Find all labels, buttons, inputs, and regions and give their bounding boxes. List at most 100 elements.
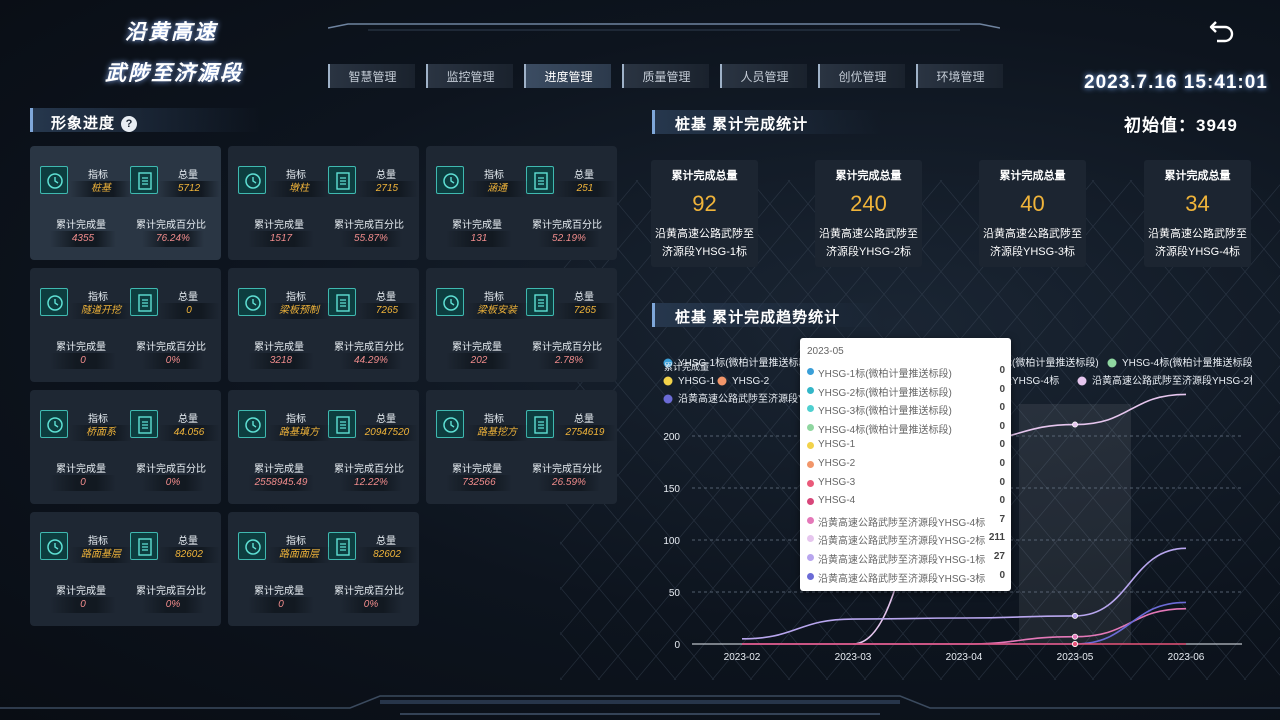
pct-value: 55.87% [340,231,402,247]
progress-card[interactable]: 指标 总量 桥面系 44.056 累计完成量 累计完成百分比 0 0% [30,390,221,504]
progress-card[interactable]: 指标 总量 路基填方 20947520 累计完成量 累计完成百分比 2558945.49 12… [228,390,419,504]
indicator-label: 指标 [286,170,306,181]
done-label: 累计完成量 [56,464,106,475]
series-point[interactable] [1071,421,1078,428]
clock-icon [40,410,68,438]
legend-marker [663,394,673,404]
series-point[interactable] [1071,640,1078,647]
done-label: 累计完成量 [254,464,304,475]
x-tick-label: 2023-05 [1057,652,1094,663]
legend-label[interactable]: YHSG-1 [678,376,716,387]
indicator-label: 指标 [484,292,504,303]
pct-value: 2.78% [538,353,600,369]
legend-marker [1107,358,1117,368]
pct-label: 累计完成百分比 [334,464,404,475]
done-value: 0 [50,353,116,369]
pct-value: 26.59% [538,475,600,491]
tooltip-series-value: 0 [999,458,1005,469]
series-point[interactable] [1071,612,1078,619]
tooltip-series-name: 沿黄高速公路武陟至济源段YHSG-1标 [818,555,986,566]
help-icon[interactable]: ? [121,116,138,132]
legend-label[interactable]: 沿黄高速公路武陟至济源段YHSG-2标 [1092,374,1252,387]
y-tick-label: 150 [663,484,680,495]
tooltip-series-value: 7 [999,513,1005,525]
progress-card[interactable]: 指标 总量 梁板预制 7265 累计完成量 累计完成百分比 3218 44.29% [228,268,419,382]
tab-1[interactable]: 监控管理 [426,64,513,88]
done-label: 累计完成量 [56,586,106,597]
summary-card: 累计完成总量 240 沿黄高速公路武陟至济源段YHSG-2标 [815,160,922,267]
pct-value: 0% [142,353,204,369]
progress-card[interactable]: 指标 总量 桩基 5712 累计完成量 累计完成百分比 4355 76.24% [30,146,221,260]
list-icon [130,288,158,316]
tab-6[interactable]: 环境管理 [916,64,1003,88]
legend-label[interactable]: 标(微柏计量推送标段) [1002,356,1099,369]
list-icon [328,166,356,194]
indicator-name: 涵通 [466,181,528,197]
indicator-name: 桩基 [70,181,132,197]
y-tick-label: 50 [669,588,681,599]
done-value: 202 [446,353,512,369]
return-arrow-icon[interactable] [1208,18,1236,44]
progress-card[interactable]: 指标 总量 涵通 251 累计完成量 累计完成百分比 131 52.19% [426,146,617,260]
progress-card[interactable]: 指标 总量 梁板安装 7265 累计完成量 累计完成百分比 202 2.78% [426,268,617,382]
summary-card-name: 沿黄高速公路武陟至济源段YHSG-1标 [655,228,754,258]
list-icon [328,532,356,560]
legend-marker [717,376,727,386]
progress-card[interactable]: 指标 总量 路面面层 82602 累计完成量 累计完成百分比 0 0% [228,512,419,626]
total-value: 2754619 [554,425,616,441]
tab-0[interactable]: 智慧管理 [328,64,415,88]
total-label: 总量 [376,414,396,425]
indicator-label: 指标 [88,536,108,547]
total-value: 44.056 [158,425,220,441]
pct-value: 0% [340,597,402,613]
progress-section-header: 形象进度? [30,108,260,132]
indicator-name: 路面面层 [268,547,330,563]
summary-card-title: 累计完成总量 [999,170,1066,182]
legend-label[interactable]: 沿黄高速公路武陟至济源段YH [678,392,812,405]
y-axis-label: 累计完成量 [664,361,709,372]
list-icon [328,288,356,316]
indicator-label: 指标 [88,414,108,425]
done-label: 累计完成量 [254,586,304,597]
header-decoration [328,23,1000,31]
total-value: 5712 [158,181,220,197]
progress-card[interactable]: 指标 总量 路基挖方 2754619 累计完成量 累计完成百分比 732566 26.59% [426,390,617,504]
progress-card[interactable]: 指标 总量 路面基层 82602 累计完成量 累计完成百分比 0 0% [30,512,221,626]
legend-label[interactable]: YHSG-2 [732,376,770,387]
tooltip-row: 沿黄高速公路武陟至济源段YHSG-3标 0 [807,568,1005,586]
summary-card-name: 沿黄高速公路武陟至济源段YHSG-3标 [983,228,1082,258]
tab-2[interactable]: 进度管理 [524,64,611,88]
pct-value: 52.19% [538,231,600,247]
tooltip-row: YHSG-2标(微柏计量推送标段) 0 [807,382,1005,400]
trend-section-header: 桩基 累计完成趋势统计 [652,303,882,327]
legend-marker [1077,376,1087,386]
list-icon [130,532,158,560]
progress-card[interactable]: 指标 总量 墩柱 2715 累计完成量 累计完成百分比 1517 55.87% [228,146,419,260]
indicator-label: 指标 [286,414,306,425]
clock-icon [238,410,266,438]
tab-3[interactable]: 质量管理 [622,64,709,88]
clock-icon [238,166,266,194]
tooltip-series-value: 0 [999,383,1005,395]
done-label: 累计完成量 [56,220,106,231]
tooltip-row: 沿黄高速公路武陟至济源段YHSG-2标 211 [807,530,1005,548]
x-tick-label: 2023-02 [724,652,761,663]
indicator-label: 指标 [88,170,108,181]
series-point[interactable] [1071,633,1078,640]
total-label: 总量 [376,170,396,181]
main-nav-tabs: 智慧管理 监控管理 进度管理 质量管理 人员管理 创优管理 环境管理 [328,64,1003,90]
tab-4[interactable]: 人员管理 [720,64,807,88]
legend-marker [663,376,673,386]
pct-label: 累计完成百分比 [136,342,206,353]
summary-card-name: 沿黄高速公路武陟至济源段YHSG-4标 [1148,228,1247,258]
done-value: 1517 [248,231,314,247]
done-value: 2558945.49 [248,475,314,491]
summary-card-value: 240 [850,191,887,216]
done-value: 3218 [248,353,314,369]
progress-card[interactable]: 指标 总量 隧道开挖 0 累计完成量 累计完成百分比 0 0% [30,268,221,382]
tooltip-row: YHSG-2 0 [807,456,1005,474]
legend-label[interactable]: YHSG-4标(微柏计量推送标段) [1122,356,1252,369]
tab-5[interactable]: 创优管理 [818,64,905,88]
clock-icon [40,288,68,316]
total-value: 251 [554,181,616,197]
